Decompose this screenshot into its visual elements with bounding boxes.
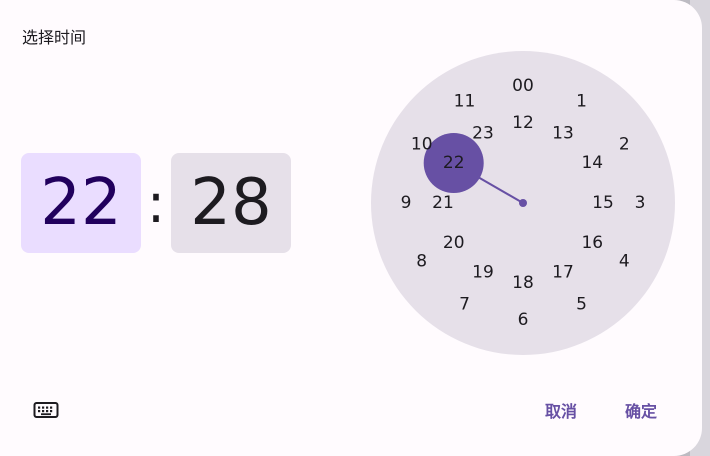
clock-number-inner[interactable]: 19 — [472, 262, 494, 282]
clock-number-inner[interactable]: 18 — [512, 273, 534, 293]
cancel-button[interactable]: 取消 — [536, 396, 586, 424]
clock-number-inner[interactable]: 13 — [552, 124, 574, 144]
clock-number-outer[interactable]: 5 — [576, 294, 587, 314]
clock-number-outer[interactable]: 7 — [459, 294, 470, 314]
clock-center-dot — [519, 199, 527, 207]
clock-number-inner[interactable]: 16 — [581, 233, 603, 253]
ok-button[interactable]: 确定 — [616, 396, 666, 424]
clock-number-inner[interactable]: 21 — [432, 193, 454, 213]
clock-number-outer[interactable]: 2 — [619, 135, 630, 155]
clock-number-inner[interactable]: 12 — [512, 113, 534, 133]
clock-number-outer[interactable]: 4 — [619, 252, 630, 272]
time-picker-dialog: 选择时间 22 : 28 00 1 2 3 4 5 6 7 8 9 10 11 12 13 14 15 16 17… — [0, 0, 702, 456]
clock-number-outer[interactable]: 00 — [512, 76, 534, 96]
clock-number-outer[interactable]: 9 — [401, 193, 412, 213]
clock-number-inner[interactable]: 23 — [472, 124, 494, 144]
clock-dial[interactable]: 001234567891011121314151617181920212223 — [0, 0, 702, 456]
keyboard-toggle-button[interactable] — [28, 396, 64, 424]
keyboard-icon — [33, 402, 59, 418]
clock-number-outer[interactable]: 6 — [518, 310, 529, 330]
clock-number-inner[interactable]: 17 — [552, 262, 574, 282]
clock-number-outer[interactable]: 8 — [416, 252, 427, 272]
clock-number-inner[interactable]: 14 — [581, 153, 603, 173]
clock-number-inner[interactable]: 15 — [592, 193, 614, 213]
clock-number-inner[interactable]: 20 — [443, 233, 465, 253]
clock-number-outer[interactable]: 3 — [635, 193, 646, 213]
clock-number-outer[interactable]: 11 — [454, 92, 476, 112]
clock-number-inner[interactable]: 22 — [443, 153, 465, 173]
clock-number-outer[interactable]: 10 — [411, 135, 433, 155]
clock-number-outer[interactable]: 1 — [576, 92, 587, 112]
